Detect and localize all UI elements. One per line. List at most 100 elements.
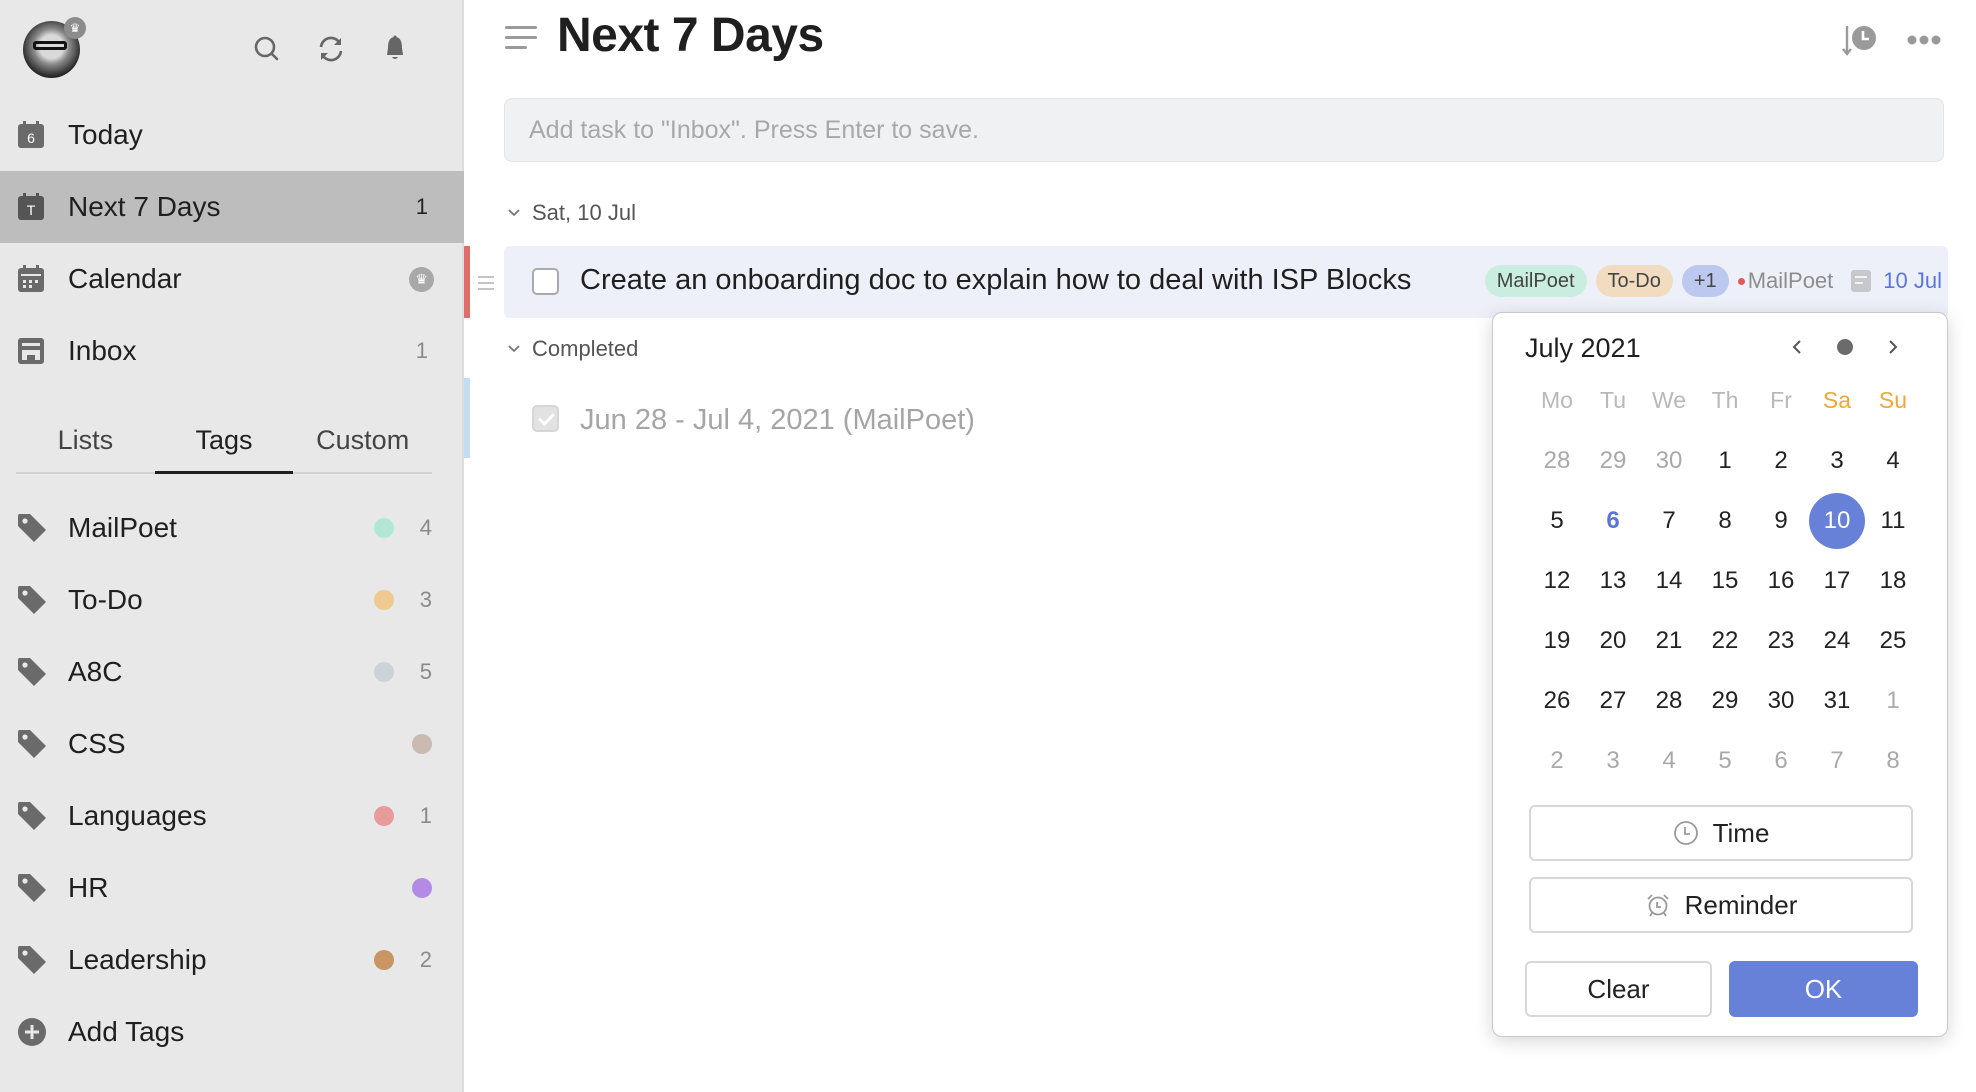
- completed-task-checkbox[interactable]: [532, 405, 559, 432]
- calendar-day[interactable]: 23: [1753, 611, 1809, 671]
- tag-label: Languages: [68, 800, 207, 831]
- set-reminder-button[interactable]: Reminder: [1529, 877, 1913, 933]
- tab-tags[interactable]: Tags: [154, 410, 294, 474]
- section-header-completed[interactable]: Completed: [506, 336, 638, 362]
- next-month-button[interactable]: [1877, 329, 1909, 365]
- calendar-day[interactable]: 1: [1697, 431, 1753, 491]
- toggle-sidebar-button[interactable]: [505, 26, 537, 54]
- calendar-day-number: 22: [1711, 627, 1739, 654]
- calendar-day[interactable]: 26: [1529, 671, 1585, 731]
- calendar-day[interactable]: 17: [1809, 551, 1865, 611]
- tab-custom[interactable]: Custom: [293, 410, 432, 472]
- svg-text:T: T: [27, 202, 36, 218]
- calendar-day-number: 9: [1774, 507, 1788, 534]
- more-options-button[interactable]: [1902, 18, 1946, 62]
- notifications-button[interactable]: [378, 32, 412, 66]
- sort-button[interactable]: [1838, 18, 1882, 62]
- nav-item-inbox[interactable]: Inbox 1: [0, 315, 464, 387]
- time-label: Time: [1712, 817, 1770, 848]
- calendar-day[interactable]: 21: [1641, 611, 1697, 671]
- calendar-day-number: 30: [1767, 687, 1795, 714]
- tag-item-a8c[interactable]: A8C 5: [0, 636, 464, 708]
- calendar-day[interactable]: 24: [1809, 611, 1865, 671]
- calendar-day[interactable]: 19: [1529, 611, 1585, 671]
- calendar-day[interactable]: 5: [1697, 731, 1753, 791]
- calendar-day[interactable]: 28: [1529, 431, 1585, 491]
- calendar-day[interactable]: 29: [1585, 431, 1641, 491]
- calendar-day[interactable]: 2: [1753, 431, 1809, 491]
- calendar-day[interactable]: 28: [1641, 671, 1697, 731]
- calendar-day-number: 6: [1774, 747, 1788, 774]
- tag-pill-mailpoet[interactable]: MailPoet: [1484, 265, 1587, 297]
- calendar-day[interactable]: 20: [1585, 611, 1641, 671]
- calendar-week-icon: T: [18, 193, 44, 220]
- add-tags-button[interactable]: Add Tags: [0, 996, 464, 1068]
- calendar-day[interactable]: 13: [1585, 551, 1641, 611]
- go-to-today-button[interactable]: [1837, 339, 1853, 355]
- calendar-day[interactable]: 7: [1641, 491, 1697, 551]
- calendar-day-number: 2: [1774, 447, 1788, 474]
- calendar-day[interactable]: 11: [1865, 491, 1921, 551]
- tag-pill-more[interactable]: +1: [1681, 265, 1729, 297]
- calendar-day[interactable]: 5: [1529, 491, 1585, 551]
- calendar-day[interactable]: 8: [1865, 731, 1921, 791]
- calendar-day[interactable]: 25: [1865, 611, 1921, 671]
- bell-icon: [387, 35, 403, 59]
- task-checkbox[interactable]: [532, 268, 559, 295]
- tab-lists[interactable]: Lists: [16, 410, 155, 472]
- search-button[interactable]: [250, 32, 284, 66]
- set-time-button[interactable]: Time: [1529, 805, 1913, 861]
- ok-button[interactable]: OK: [1729, 961, 1918, 1017]
- task-title[interactable]: Create an onboarding doc to explain how …: [580, 264, 1411, 297]
- calendar-day[interactable]: 6: [1585, 491, 1641, 551]
- calendar-day[interactable]: 12: [1529, 551, 1585, 611]
- calendar-day[interactable]: 10: [1809, 491, 1865, 551]
- calendar-day[interactable]: 15: [1697, 551, 1753, 611]
- nav-item-next-7-days[interactable]: T Next 7 Days 1: [0, 171, 464, 243]
- calendar-day-number: 16: [1767, 567, 1795, 594]
- tag-item-to-do[interactable]: To-Do 3: [0, 564, 464, 636]
- nav-item-today[interactable]: 6 Today: [0, 99, 464, 171]
- calendar-day[interactable]: 4: [1641, 731, 1697, 791]
- calendar-day[interactable]: 16: [1753, 551, 1809, 611]
- tag-item-leadership[interactable]: Leadership 2: [0, 924, 464, 996]
- sync-icon: [319, 36, 343, 62]
- tag-item-mailpoet[interactable]: MailPoet 4: [0, 492, 464, 564]
- calendar-day-number: 27: [1599, 687, 1627, 714]
- calendar-day[interactable]: 8: [1697, 491, 1753, 551]
- calendar-day[interactable]: 1: [1865, 671, 1921, 731]
- clear-button[interactable]: Clear: [1525, 961, 1712, 1017]
- page-title: Next 7 Days: [557, 9, 824, 62]
- calendar-day[interactable]: 4: [1865, 431, 1921, 491]
- calendar-day[interactable]: 29: [1697, 671, 1753, 731]
- tag-item-css[interactable]: CSS: [0, 708, 464, 780]
- tag-pill-todo[interactable]: To-Do: [1595, 265, 1673, 297]
- calendar-day[interactable]: 9: [1753, 491, 1809, 551]
- completed-task-title[interactable]: Jun 28 - Jul 4, 2021 (MailPoet): [580, 404, 975, 437]
- calendar-day[interactable]: 14: [1641, 551, 1697, 611]
- section-header-date[interactable]: Sat, 10 Jul: [506, 200, 636, 226]
- calendar-day[interactable]: 2: [1529, 731, 1585, 791]
- calendar-day[interactable]: 3: [1809, 431, 1865, 491]
- nav-item-calendar[interactable]: Calendar ♛: [0, 243, 464, 315]
- calendar-day[interactable]: 7: [1809, 731, 1865, 791]
- sync-button[interactable]: [314, 32, 348, 66]
- tag-item-languages[interactable]: Languages 1: [0, 780, 464, 852]
- calendar-day[interactable]: 30: [1641, 431, 1697, 491]
- weekday-label: Fr: [1770, 387, 1792, 413]
- task-due-date[interactable]: 10 Jul: [1883, 268, 1942, 294]
- previous-month-button[interactable]: [1781, 329, 1813, 365]
- calendar-day-number: 4: [1662, 747, 1676, 774]
- calendar-day[interactable]: 3: [1585, 731, 1641, 791]
- calendar-day[interactable]: 18: [1865, 551, 1921, 611]
- calendar-day[interactable]: 6: [1753, 731, 1809, 791]
- user-avatar[interactable]: ♛: [23, 17, 86, 78]
- add-task-input[interactable]: [504, 98, 1944, 162]
- tag-icon: [18, 586, 46, 614]
- calendar-day[interactable]: 30: [1753, 671, 1809, 731]
- calendar-day[interactable]: 31: [1809, 671, 1865, 731]
- tag-item-hr[interactable]: HR: [0, 852, 464, 924]
- drag-handle[interactable]: [478, 276, 494, 290]
- calendar-day[interactable]: 22: [1697, 611, 1753, 671]
- calendar-day[interactable]: 27: [1585, 671, 1641, 731]
